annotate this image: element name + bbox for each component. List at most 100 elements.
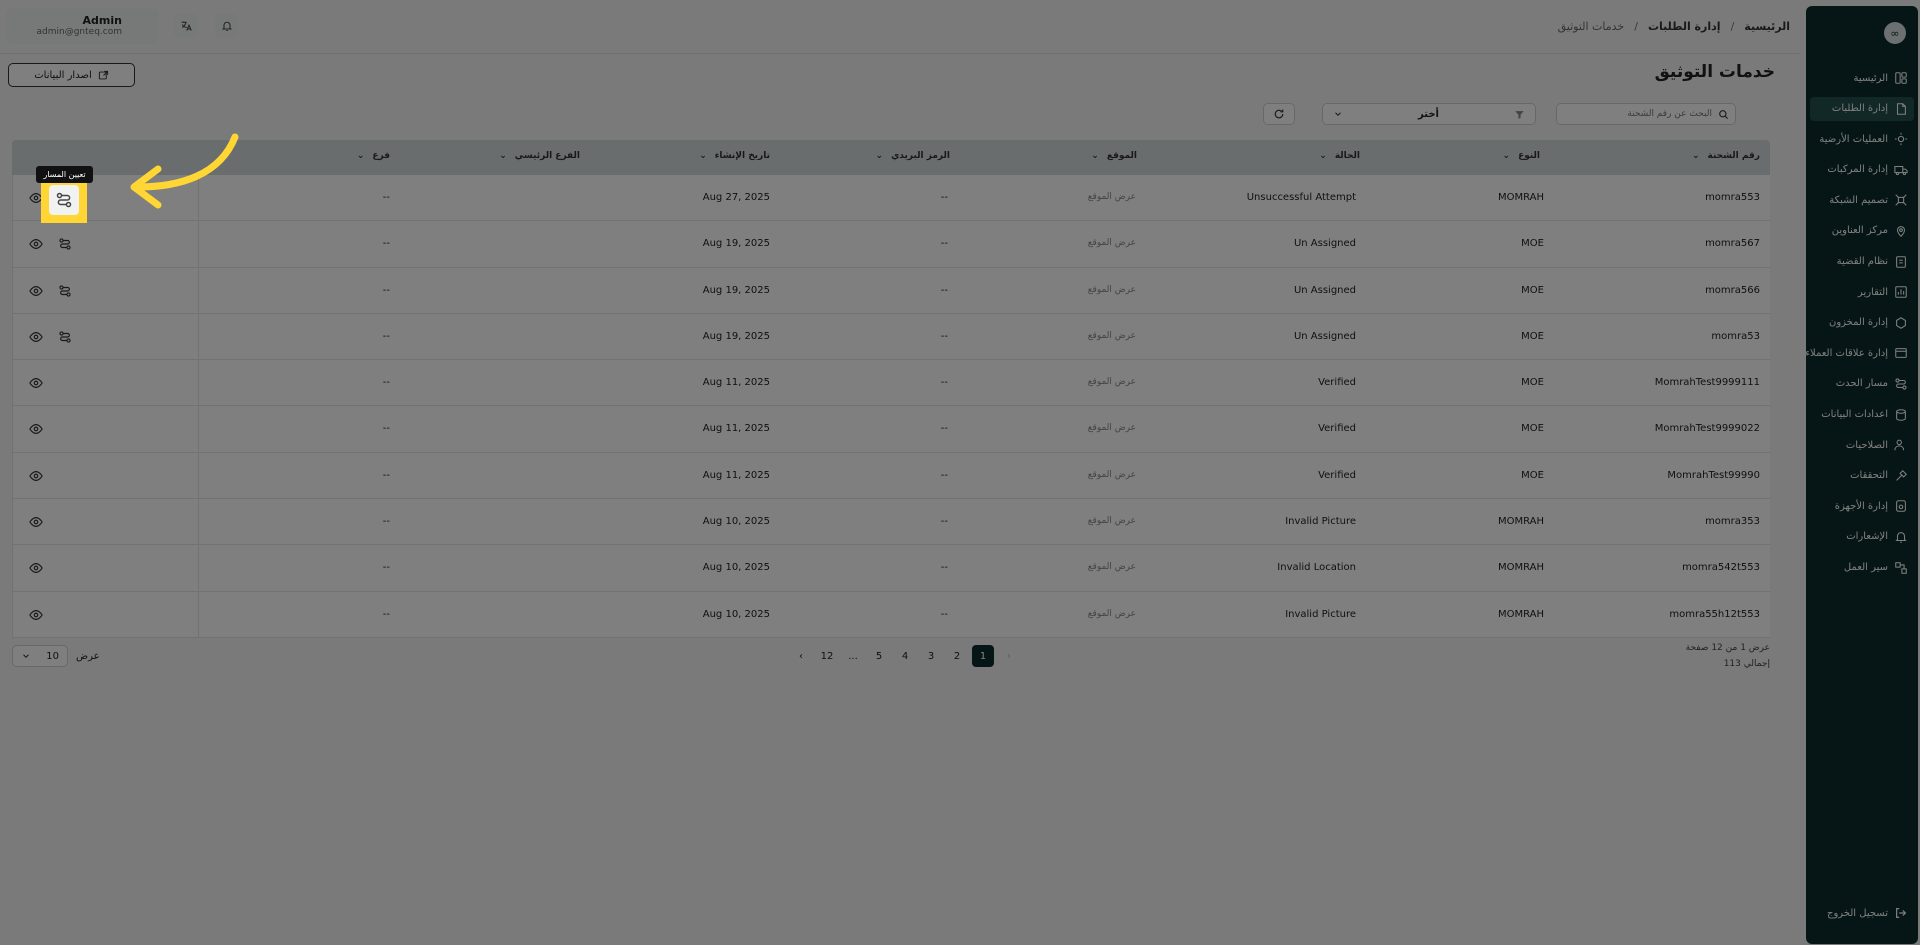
cell-status: Verified (1318, 377, 1356, 389)
page-button[interactable]: 5 (868, 645, 890, 667)
cell-type: MOE (1521, 423, 1544, 435)
view-location-link[interactable]: عرض الموقع (1088, 331, 1136, 341)
sidebar-item[interactable]: التقارير (1810, 280, 1914, 304)
view-location-link[interactable]: عرض الموقع (1088, 423, 1136, 433)
table-row: MomrahTest99990 MOE Verified عرض الموقع -- Au… (12, 452, 1770, 500)
sidebar-item[interactable]: تصميم الشبكة (1810, 188, 1914, 212)
sidebar-item[interactable]: الإشعارات (1810, 525, 1914, 549)
notifications-button[interactable] (215, 14, 239, 38)
view-eye-icon[interactable] (27, 420, 45, 438)
page-button[interactable]: 1 (972, 645, 994, 667)
sidebar-item-label: إدارة المركبات (1827, 164, 1888, 176)
actions-cell (12, 406, 199, 452)
breadcrumb: الرئيسية / إدارة الطلبات / خدمات التوثيق (1558, 20, 1790, 33)
sidebar-item[interactable]: إدارة علاقات العملاء (1805, 341, 1914, 365)
user-menu[interactable]: Admin admin@gnteq.com (6, 8, 158, 44)
page-button[interactable]: 3 (920, 645, 942, 667)
actions-cell (12, 360, 199, 406)
breadcrumb-home[interactable]: الرئيسية (1744, 20, 1790, 33)
documentation-table: رقم الشحنة ⌄ النوع ⌄ الحالة ⌄ الموقع ⌄ الرمز… (12, 140, 1770, 638)
page-button[interactable]: 12 (816, 645, 838, 667)
view-eye-icon[interactable] (27, 467, 45, 485)
assign-route-icon[interactable] (56, 328, 74, 346)
cell-postal: -- (940, 330, 948, 342)
cell-created: Aug 19, 2025 (702, 284, 770, 296)
prev-page-button[interactable]: ‹ (790, 645, 812, 667)
search-input[interactable] (1572, 109, 1712, 119)
view-location-link[interactable]: عرض الموقع (1088, 609, 1136, 619)
view-eye-icon[interactable] (27, 513, 45, 531)
view-eye-icon[interactable] (27, 559, 45, 577)
pointer-arrow-icon (130, 133, 239, 209)
filter-select[interactable]: أختر (1322, 103, 1536, 125)
sidebar-item[interactable]: الصلاحيات (1810, 433, 1914, 457)
sidebar-item[interactable]: العمليات الأرضية (1810, 127, 1914, 151)
sidebar-item[interactable]: اعدادات البيانات (1810, 403, 1914, 427)
bell-icon (221, 21, 233, 32)
header-shipment[interactable]: رقم الشحنة ⌄ (1692, 151, 1760, 161)
view-eye-icon[interactable] (27, 606, 45, 624)
sidebar-item-label: الصلاحيات (1845, 439, 1888, 451)
view-eye-icon[interactable] (27, 374, 45, 392)
sort-icon: ⌄ (1502, 151, 1511, 161)
sidebar-item[interactable]: مركز العناوين (1810, 219, 1914, 243)
assign-route-icon[interactable] (56, 282, 74, 300)
assign-route-button-highlighted[interactable] (49, 185, 79, 215)
view-eye-icon[interactable] (27, 235, 45, 253)
header-label: تاريخ الإنشاء (714, 151, 770, 161)
refresh-button[interactable] (1263, 103, 1295, 125)
cell-branch: -- (382, 423, 390, 435)
view-location-link[interactable]: عرض الموقع (1088, 377, 1136, 387)
view-location-link[interactable]: عرض الموقع (1088, 562, 1136, 572)
sidebar-item[interactable]: إدارة الطلبات (1810, 96, 1914, 121)
assign-route-icon[interactable] (56, 235, 74, 253)
cell-branch: -- (382, 238, 390, 250)
logout-button[interactable]: تسجيل الخروج (1827, 906, 1908, 920)
cell-postal: -- (940, 192, 948, 203)
next-page-button[interactable]: › (998, 645, 1020, 667)
view-location-link[interactable]: عرض الموقع (1088, 285, 1136, 295)
page-button[interactable]: 4 (894, 645, 916, 667)
sidebar-item[interactable]: إدارة المخزون (1810, 311, 1914, 335)
header-status[interactable]: الحالة ⌄ (1319, 151, 1360, 161)
export-data-button[interactable]: اصدار البيانات (8, 63, 135, 87)
header-created[interactable]: تاريخ الإنشاء ⌄ (699, 151, 770, 161)
header-location[interactable]: الموقع ⌄ (1091, 151, 1137, 161)
sidebar-item[interactable]: التحققات (1810, 464, 1914, 488)
sort-icon: ⌄ (699, 151, 707, 161)
view-location-link[interactable]: عرض الموقع (1088, 238, 1136, 248)
cell-postal: -- (940, 516, 948, 528)
page-button[interactable]: 2 (946, 645, 968, 667)
sidebar-item[interactable]: سير العمل (1810, 556, 1914, 580)
view-location-link[interactable]: عرض الموقع (1088, 470, 1136, 480)
header-main-branch[interactable]: الفرع الرئيسي ⌄ (499, 151, 580, 161)
view-location-link[interactable]: عرض الموقع (1088, 192, 1136, 202)
devices-icon (1896, 500, 1906, 513)
view-location-link[interactable]: عرض الموقع (1088, 516, 1136, 526)
breadcrumb-separator: / (1634, 20, 1638, 33)
cell-branch: -- (382, 192, 390, 203)
breadcrumb-section[interactable]: إدارة الطلبات (1648, 20, 1721, 33)
chevron-down-icon (23, 654, 29, 658)
cell-status: Verified (1318, 469, 1356, 481)
view-eye-icon[interactable] (27, 282, 45, 300)
cell-type: MOE (1521, 377, 1544, 389)
sidebar-item[interactable]: الرئيسية (1810, 66, 1914, 90)
sidebar-item[interactable]: إدارة الأجهزة (1810, 494, 1914, 518)
database-icon (1896, 408, 1906, 421)
per-page-select[interactable]: 10 (12, 645, 68, 667)
table-row: momra567 MOE Un Assigned عرض الموقع -- Aug 19… (12, 221, 1770, 268)
header-branch[interactable]: فرع ⌄ (357, 151, 390, 161)
cell-branch: -- (382, 562, 390, 574)
cell-created: Aug 19, 2025 (702, 330, 770, 342)
sidebar-item[interactable]: نظام القضية (1810, 250, 1914, 274)
topbar: Admin admin@gnteq.com الرئيسية / إدارة ا… (0, 0, 1800, 54)
view-eye-icon[interactable] (27, 328, 45, 346)
header-label: الفرع الرئيسي (514, 151, 580, 161)
language-button[interactable] (174, 14, 198, 38)
header-type[interactable]: النوع ⌄ (1503, 151, 1540, 161)
header-postal[interactable]: الرمز البريدي ⌄ (876, 151, 950, 161)
sort-icon: ⌄ (499, 151, 507, 161)
sidebar-item[interactable]: إدارة المركبات (1810, 158, 1914, 182)
sidebar-item[interactable]: مسار الحدث (1810, 372, 1914, 396)
